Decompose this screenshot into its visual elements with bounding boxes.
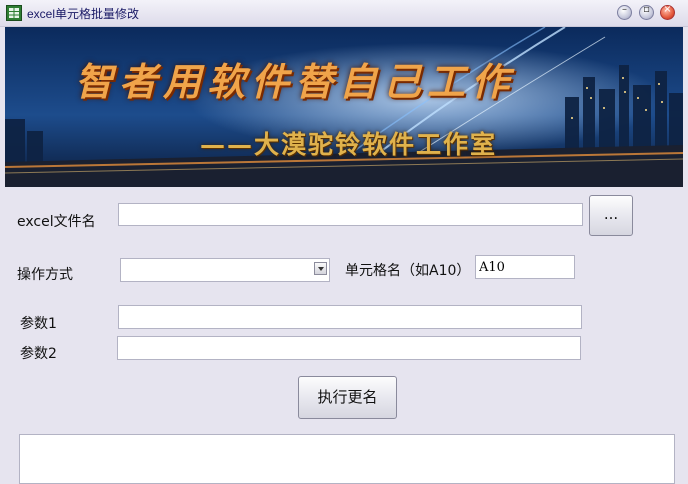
banner-image: 智者用软件替自己工作 ——大漠驼铃软件工作室 — [5, 27, 683, 187]
chevron-down-icon[interactable] — [314, 262, 327, 275]
execute-button[interactable]: 执行更名 — [298, 376, 397, 419]
maximize-icon: ▫ — [643, 4, 650, 15]
operation-select[interactable] — [120, 258, 330, 282]
close-button[interactable]: × — [660, 4, 675, 20]
spreadsheet-app-icon — [6, 5, 22, 21]
close-icon: × — [663, 4, 672, 15]
banner-subslogan: ——大漠驼铃软件工作室 — [200, 130, 498, 159]
file-label: excel文件名 — [17, 214, 96, 230]
title-bar: excel单元格批量修改 – ▫ × — [0, 0, 688, 27]
param2-input[interactable] — [117, 336, 581, 360]
param1-input[interactable] — [118, 305, 582, 329]
window-title: excel单元格批量修改 — [27, 7, 140, 21]
param1-label: 参数1 — [20, 316, 57, 332]
minimize-icon: – — [622, 4, 627, 15]
operation-label: 操作方式 — [17, 267, 73, 283]
minimize-button[interactable]: – — [617, 4, 632, 20]
output-log[interactable] — [19, 434, 675, 484]
file-path-input[interactable] — [118, 203, 583, 226]
browse-button[interactable]: ... — [589, 195, 633, 236]
maximize-button[interactable]: ▫ — [639, 4, 654, 20]
cell-label: 单元格名（如A10） — [345, 263, 471, 279]
param2-label: 参数2 — [20, 346, 57, 362]
banner-slogan: 智者用软件替自己工作 — [75, 59, 516, 104]
cell-name-input[interactable] — [475, 255, 575, 279]
